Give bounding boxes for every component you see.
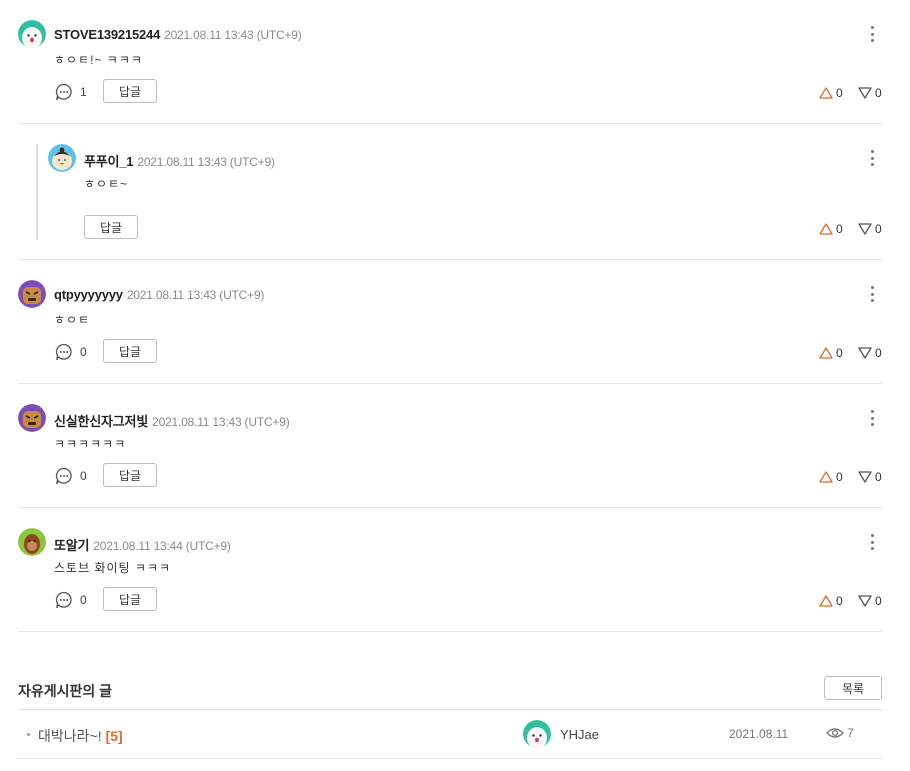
post-author[interactable]: YHJae bbox=[560, 727, 599, 742]
reply-button[interactable]: 답글 bbox=[103, 587, 157, 611]
comment-author[interactable]: 푸푸이_1 2021.08.11 13:43 (UTC+9) bbox=[84, 151, 275, 170]
comment-author[interactable]: 신실한신자그저빛 2021.08.11 13:43 (UTC+9) bbox=[54, 411, 290, 430]
post-comment-count: [5] bbox=[105, 728, 123, 744]
comment-item: 신실한신자그저빛 2021.08.11 13:43 (UTC+9) ㅋㅋㅋㅋㅋㅋ … bbox=[18, 384, 882, 508]
downvote-triangle-icon bbox=[858, 223, 872, 235]
divider bbox=[18, 709, 882, 710]
reply-button[interactable]: 답글 bbox=[103, 339, 157, 363]
downvote-triangle-icon bbox=[858, 471, 872, 483]
post-date: 2021.08.11 bbox=[729, 727, 789, 741]
reply-comment-item: 푸푸이_1 2021.08.11 13:43 (UTC+9) ㅎㅇㅌ~ 답글 0 … bbox=[18, 124, 882, 260]
comment-item: qtpyyyyyyy 2021.08.11 13:43 (UTC+9) ㅎㅇㅌ 0… bbox=[18, 260, 882, 384]
downvote-triangle-icon bbox=[858, 347, 872, 359]
comment-item: STOVE139215244 2021.08.11 13:43 (UTC+9) ㅎ… bbox=[18, 0, 882, 124]
more-options-icon[interactable] bbox=[867, 409, 877, 427]
upvote-triangle-icon bbox=[819, 87, 833, 99]
comment-timestamp: 2021.08.11 13:43 (UTC+9) bbox=[126, 288, 265, 302]
angry-face-avatar-icon bbox=[18, 404, 46, 432]
more-options-icon[interactable] bbox=[867, 285, 877, 303]
bullet-dot bbox=[27, 733, 30, 736]
reply-indent-line bbox=[36, 144, 38, 240]
upvote-triangle-icon bbox=[819, 471, 833, 483]
comment-text: ㅎㅇㅌ bbox=[54, 313, 91, 327]
angry-face-avatar-icon bbox=[18, 280, 46, 308]
upvote-button[interactable]: 0 bbox=[819, 86, 843, 100]
downvote-button[interactable]: 0 bbox=[858, 594, 882, 608]
comment-item: 또알기 2021.08.11 13:44 (UTC+9) 스토브 화이팅 ㅋㅋㅋ … bbox=[18, 508, 882, 632]
downvote-button[interactable]: 0 bbox=[858, 470, 882, 484]
user-avatar[interactable] bbox=[18, 528, 46, 556]
downvote-button[interactable]: 0 bbox=[858, 222, 882, 236]
comment-author[interactable]: qtpyyyyyyy 2021.08.11 13:43 (UTC+9) bbox=[54, 287, 264, 302]
post-author-avatar[interactable] bbox=[523, 720, 551, 748]
user-avatar[interactable] bbox=[18, 280, 46, 308]
post-views: 7 bbox=[826, 726, 854, 740]
reply-count: 0 bbox=[80, 593, 87, 607]
downvote-button[interactable]: 0 bbox=[858, 346, 882, 360]
reply-count: 0 bbox=[80, 345, 87, 359]
comment-text: 스토브 화이팅 ㅋㅋㅋ bbox=[54, 561, 172, 575]
girl-face-avatar-icon bbox=[48, 144, 76, 172]
more-options-icon[interactable] bbox=[867, 25, 877, 43]
board-section-title: 자유게시판의 글 bbox=[18, 683, 113, 699]
comment-icon[interactable] bbox=[55, 467, 73, 485]
ghost-avatar-icon bbox=[18, 20, 46, 48]
reply-count: 1 bbox=[80, 85, 87, 99]
ghost-avatar-icon bbox=[523, 720, 551, 748]
user-avatar[interactable] bbox=[18, 404, 46, 432]
upvote-triangle-icon bbox=[819, 595, 833, 607]
comment-text: ㅋㅋㅋㅋㅋㅋ bbox=[54, 437, 127, 451]
list-button[interactable]: 목록 bbox=[824, 676, 882, 700]
monkey-avatar-icon bbox=[18, 528, 46, 556]
more-options-icon[interactable] bbox=[867, 149, 877, 167]
reply-button[interactable]: 답글 bbox=[103, 79, 157, 103]
comment-icon[interactable] bbox=[55, 343, 73, 361]
post-title-link[interactable]: 대박나라~! [5] bbox=[38, 726, 123, 746]
comment-text: ㅎㅇㅌ!~ ㅋㅋㅋ bbox=[54, 53, 143, 67]
upvote-triangle-icon bbox=[819, 223, 833, 235]
comment-timestamp: 2021.08.11 13:43 (UTC+9) bbox=[164, 28, 302, 42]
downvote-triangle-icon bbox=[858, 595, 872, 607]
downvote-button[interactable]: 0 bbox=[858, 86, 882, 100]
reply-button[interactable]: 답글 bbox=[103, 463, 157, 487]
user-avatar[interactable] bbox=[18, 20, 46, 48]
upvote-button[interactable]: 0 bbox=[819, 222, 843, 236]
comment-timestamp: 2021.08.11 13:44 (UTC+9) bbox=[93, 539, 231, 553]
eye-icon bbox=[826, 726, 844, 740]
upvote-button[interactable]: 0 bbox=[819, 470, 843, 484]
reply-count: 0 bbox=[80, 469, 87, 483]
comment-icon[interactable] bbox=[55, 83, 73, 101]
comment-timestamp: 2021.08.11 13:43 (UTC+9) bbox=[137, 155, 275, 169]
comment-author[interactable]: STOVE139215244 2021.08.11 13:43 (UTC+9) bbox=[54, 27, 302, 42]
comment-icon[interactable] bbox=[55, 591, 73, 609]
reply-button[interactable]: 답글 bbox=[84, 215, 138, 239]
upvote-button[interactable]: 0 bbox=[819, 346, 843, 360]
user-avatar[interactable] bbox=[48, 144, 76, 172]
upvote-triangle-icon bbox=[819, 347, 833, 359]
downvote-triangle-icon bbox=[858, 87, 872, 99]
upvote-button[interactable]: 0 bbox=[819, 594, 843, 608]
divider bbox=[18, 758, 882, 759]
more-options-icon[interactable] bbox=[867, 533, 877, 551]
comment-timestamp: 2021.08.11 13:43 (UTC+9) bbox=[152, 415, 290, 429]
comment-text: ㅎㅇㅌ~ bbox=[84, 177, 129, 191]
comment-author[interactable]: 또알기 2021.08.11 13:44 (UTC+9) bbox=[54, 535, 231, 554]
